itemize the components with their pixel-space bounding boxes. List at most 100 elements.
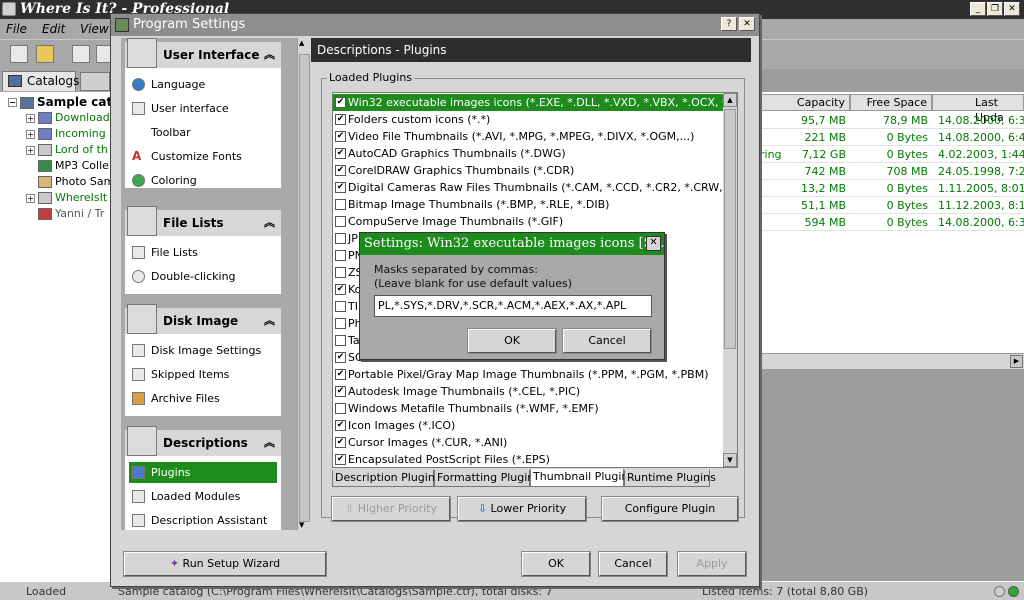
plugin-checkbox[interactable]: ✔ bbox=[335, 454, 346, 465]
plugin-checkbox[interactable]: ✔ bbox=[335, 148, 346, 159]
group-header[interactable]: User Interface ︽ bbox=[125, 38, 281, 68]
nav-plugins[interactable]: Plugins bbox=[129, 462, 277, 483]
plugin-checkbox[interactable]: ✔ bbox=[335, 386, 346, 397]
nav-user-interface[interactable]: User interface bbox=[129, 98, 277, 119]
expand-icon[interactable]: + bbox=[26, 129, 35, 139]
tree-item[interactable]: MP3 Colle bbox=[38, 159, 109, 172]
nav-language[interactable]: Language bbox=[129, 74, 277, 95]
scroll-thumb[interactable] bbox=[724, 109, 736, 349]
plugin-checkbox[interactable] bbox=[335, 403, 346, 414]
tab-second[interactable] bbox=[80, 72, 110, 91]
tab-runtime-plugins[interactable]: Runtime Plugins bbox=[624, 470, 716, 487]
open-folder-icon[interactable] bbox=[36, 45, 54, 63]
tree-item[interactable]: Photo Sam bbox=[38, 175, 114, 188]
table-row[interactable]: 7,12 GB 0 Bytes 4.02.2003, 1:44 bbox=[760, 146, 1024, 163]
tree-item[interactable]: + Downloads bbox=[26, 111, 115, 124]
menu-view[interactable]: View bbox=[80, 22, 109, 36]
expand-icon[interactable]: + bbox=[26, 113, 35, 123]
plugin-checkbox[interactable] bbox=[335, 216, 346, 227]
plugin-checkbox[interactable]: ✔ bbox=[335, 182, 346, 193]
table-row[interactable]: 13,2 MB 0 Bytes 1.11.2005, 8:01 bbox=[760, 180, 1024, 197]
nav-skipped-items[interactable]: Skipped Items bbox=[129, 364, 277, 385]
plugin-checkbox[interactable]: ✔ bbox=[335, 420, 346, 431]
nav-toolbar[interactable]: Toolbar bbox=[129, 122, 277, 143]
plugin-checkbox[interactable] bbox=[335, 199, 346, 210]
expand-icon[interactable]: + bbox=[26, 145, 35, 155]
nav-customize-fonts[interactable]: A Customize Fonts bbox=[129, 146, 277, 167]
plugin-checkbox[interactable]: ✔ bbox=[335, 352, 346, 363]
nav-coloring[interactable]: Coloring bbox=[129, 170, 277, 191]
nav-archive-files[interactable]: Archive Files bbox=[129, 388, 277, 409]
cancel-button[interactable]: Cancel bbox=[598, 551, 668, 577]
plugin-list-item[interactable]: Windows Metafile Thumbnails (*.WMF, *.EM… bbox=[333, 400, 723, 417]
plugin-list-item[interactable]: Bitmap Image Thumbnails (*.BMP, *.RLE, *… bbox=[333, 196, 723, 213]
ok-button[interactable]: OK bbox=[521, 551, 591, 577]
plugin-list-item[interactable]: ✔ Cursor Images (*.CUR, *.ANI) bbox=[333, 434, 723, 451]
group-header[interactable]: Disk Image ︽ bbox=[125, 304, 281, 334]
nav-double-clicking[interactable]: Double-clicking bbox=[129, 266, 277, 287]
plugin-checkbox[interactable] bbox=[335, 267, 346, 278]
collapse-chevron-icon[interactable]: ︽ bbox=[264, 308, 275, 334]
table-row[interactable]: 95,7 MB 78,9 MB 14.08.2000, 6:32 bbox=[760, 112, 1024, 129]
nav-disk-image-settings[interactable]: Disk Image Settings bbox=[129, 340, 277, 361]
col-free-space[interactable]: Free Space bbox=[850, 94, 932, 111]
tree-item[interactable]: + Incoming bbox=[26, 127, 106, 140]
plugin-list-item[interactable]: ✔ Portable Pixel/Gray Map Image Thumbnail… bbox=[333, 366, 723, 383]
nav-description-assistant[interactable]: Description Assistant bbox=[129, 510, 277, 530]
collapse-chevron-icon[interactable]: ︽ bbox=[264, 42, 275, 68]
plugin-checkbox[interactable]: ✔ bbox=[335, 165, 346, 176]
run-setup-wizard-button[interactable]: ✦ Run Setup Wizard bbox=[123, 551, 327, 577]
plugin-checkbox[interactable]: ✔ bbox=[335, 437, 346, 448]
scroll-down-icon[interactable]: ▼ bbox=[299, 521, 304, 529]
mask-ok-button[interactable]: OK bbox=[467, 328, 557, 354]
plugin-list-item[interactable]: ✔ CorelDRAW Graphics Thumbnails (*.CDR) bbox=[333, 162, 723, 179]
group-header[interactable]: Descriptions ︽ bbox=[125, 426, 281, 456]
scroll-thumb[interactable] bbox=[299, 54, 310, 522]
table-row[interactable]: 51,1 MB 0 Bytes 11.12.2003, 8:16 bbox=[760, 197, 1024, 214]
plugins-scrollbar[interactable]: ▲ ▼ bbox=[723, 93, 737, 467]
col-last-update[interactable]: Last Upda bbox=[932, 94, 1024, 124]
higher-priority-button[interactable]: ⇧ Higher Priority bbox=[331, 496, 451, 522]
nav-file-lists[interactable]: File Lists bbox=[129, 242, 277, 263]
plugin-checkbox[interactable]: ✔ bbox=[335, 114, 346, 125]
group-header[interactable]: File Lists ︽ bbox=[125, 206, 281, 236]
menu-edit[interactable]: Edit bbox=[42, 22, 65, 36]
nav-loaded-modules[interactable]: Loaded Modules bbox=[129, 486, 277, 507]
tree-item[interactable]: + WhereIsIt bbox=[26, 191, 107, 204]
plugin-checkbox[interactable] bbox=[335, 335, 346, 346]
scroll-up-icon[interactable]: ▲ bbox=[299, 39, 304, 47]
tab-formatting-plugins[interactable]: Formatting Plugins bbox=[434, 470, 540, 487]
categories-scrollbar[interactable]: ▲ ▼ bbox=[297, 38, 311, 530]
close-icon[interactable]: ✕ bbox=[646, 236, 661, 251]
configure-plugin-button[interactable]: Configure Plugin bbox=[601, 496, 739, 522]
new-icon[interactable] bbox=[10, 45, 28, 63]
tree-item[interactable]: + Lord of th bbox=[26, 143, 108, 156]
save-icon[interactable] bbox=[72, 45, 90, 63]
plugin-list-item[interactable]: ✔ Folders custom icons (*.*) bbox=[333, 111, 723, 128]
minimize-icon[interactable]: _ bbox=[970, 2, 986, 16]
table-row[interactable]: 221 MB 0 Bytes 14.08.2000, 6:48 bbox=[760, 129, 1024, 146]
plugin-checkbox[interactable]: ✔ bbox=[335, 97, 346, 108]
scroll-down-icon[interactable]: ▼ bbox=[723, 453, 737, 467]
tree-item[interactable]: Yanni / Tr bbox=[38, 207, 104, 220]
table-row[interactable]: 742 MB 708 MB 24.05.1998, 7:24 bbox=[760, 163, 1024, 180]
plugin-list-item[interactable]: ✔ Win32 executable images icons (*.EXE, *… bbox=[333, 94, 737, 111]
masks-input[interactable]: PL,*.SYS,*.DRV,*.SCR,*.ACM,*.AEX,*.AX,*.… bbox=[374, 295, 652, 317]
restore-icon[interactable]: ❐ bbox=[987, 2, 1003, 16]
plugin-list-item[interactable]: CompuServe Image Thumbnails (*.GIF) bbox=[333, 213, 723, 230]
scroll-right-icon[interactable]: ▶ bbox=[1010, 355, 1023, 368]
dialog-close-icon[interactable]: ✕ bbox=[739, 17, 755, 31]
tab-catalogs[interactable]: Catalogs bbox=[2, 71, 79, 91]
plugin-list-item[interactable]: ✔ Digital Cameras Raw Files Thumbnails (*… bbox=[333, 179, 737, 196]
tab-thumbnail-plugins[interactable]: Thumbnail Plugins bbox=[530, 469, 634, 487]
apply-button[interactable]: Apply bbox=[677, 551, 747, 577]
plugin-list-item[interactable]: ✔ AutoCAD Graphics Thumbnails (*.DWG) bbox=[333, 145, 723, 162]
plugin-list-item[interactable]: ✔ Video File Thumbnails (*.AVI, *.MPG, *.… bbox=[333, 128, 723, 145]
scroll-up-icon[interactable]: ▲ bbox=[723, 93, 737, 107]
mask-cancel-button[interactable]: Cancel bbox=[562, 328, 652, 354]
close-icon[interactable]: ✕ bbox=[1004, 2, 1020, 16]
plugin-list-item[interactable]: ✔ Autodesk Image Thumbnails (*.CEL, *.PIC… bbox=[333, 383, 723, 400]
plugin-checkbox[interactable]: ✔ bbox=[335, 131, 346, 142]
plugin-checkbox[interactable]: ✔ bbox=[335, 369, 346, 380]
plugin-list-item[interactable]: ✔ Encapsulated PostScript Files (*.EPS) bbox=[333, 451, 723, 467]
